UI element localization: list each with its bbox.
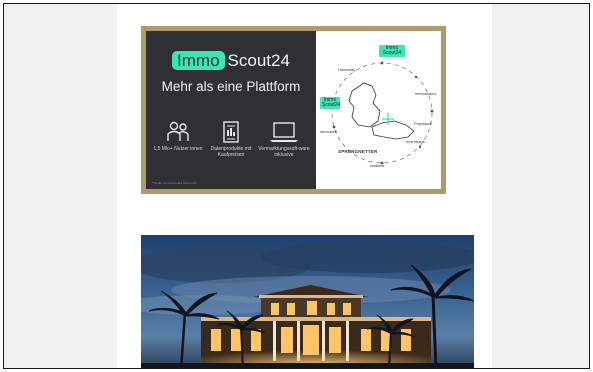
brand-scout: Scout24 xyxy=(227,51,290,70)
immoscout-banner[interactable]: Immo Scout24 Mehr als eine Plattform 1,5… xyxy=(141,26,446,194)
villa-photo[interactable] xyxy=(141,235,474,368)
users-icon xyxy=(150,121,206,143)
network-node-innenbank: Innenbank xyxy=(406,139,425,144)
brand-logo: Immo Scout24 xyxy=(146,51,316,71)
banner-tagline: Mehr als eine Plattform xyxy=(161,79,301,94)
email-body-column: Immo Scout24 Mehr als eine Plattform 1,5… xyxy=(117,4,492,368)
network-node-realbest: realbest xyxy=(370,163,385,168)
network-node-immowelt: immowelt xyxy=(320,129,337,134)
network-node-homeday: Homeday xyxy=(338,67,356,72)
feature-row: 1,5 Mio+ Nutzer:innen Datenprodukte mit … xyxy=(146,121,316,171)
feature-software: Vermarktungssoft-ware inklusive xyxy=(256,121,312,158)
network-node-propstack: Propstack xyxy=(414,121,432,126)
banner-dark-panel: Immo Scout24 Mehr als eine Plattform 1,5… xyxy=(146,31,316,189)
network-node-immoscout-left: Immo Scout24 xyxy=(320,97,341,109)
network-node-immounited: immounited xyxy=(415,91,436,96)
feature-users-label: 1,5 Mio+ Nutzer:innen xyxy=(153,146,203,152)
network-node-sprengnetter: SPRENGNETTER xyxy=(338,149,378,154)
villa-image xyxy=(141,235,474,368)
feature-software-label: Vermarktungssoft-ware inklusive xyxy=(258,146,310,158)
data-products-icon xyxy=(203,121,259,143)
email-viewport: Immo Scout24 Mehr als eine Plattform 1,5… xyxy=(3,3,590,369)
laptop-icon xyxy=(256,121,312,143)
brand-immo: Immo xyxy=(172,51,225,70)
feature-data-label: Datenprodukte mit Kaufpreisen xyxy=(210,146,252,158)
network-node-immoscout-top: Immo Scout24 xyxy=(379,45,405,57)
feature-users: 1,5 Mio+ Nutzer:innen xyxy=(150,121,206,152)
feature-data: Datenprodukte mit Kaufpreisen xyxy=(203,121,259,158)
banner-network-panel: Immo Scout24 Immo Scout24 Homeday immoun… xyxy=(316,31,441,189)
banner-fineprint: *Quelle: ImmoScout24 Österreich xyxy=(152,181,197,185)
